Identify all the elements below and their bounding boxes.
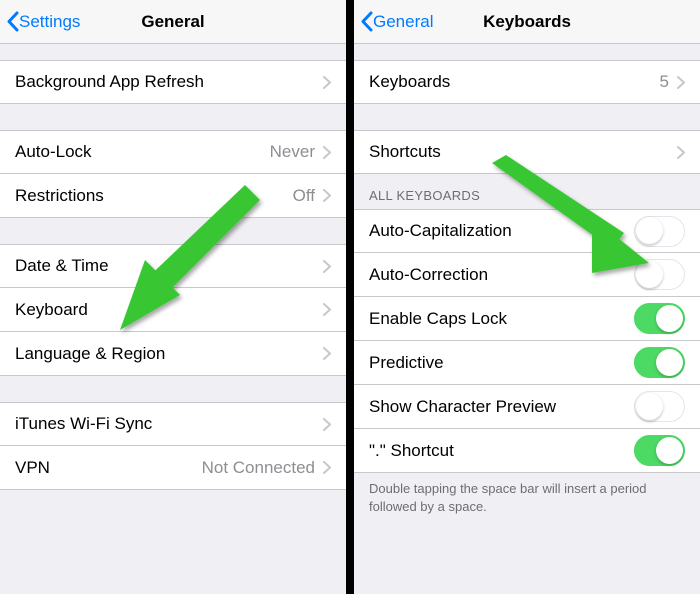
row-predictive[interactable]: Predictive	[354, 341, 700, 385]
row-keyboards[interactable]: Keyboards 5	[354, 60, 700, 104]
row-label: "." Shortcut	[369, 441, 634, 461]
settings-list: Keyboards 5 Shortcuts ALL KEYBOARDS Auto…	[354, 44, 700, 594]
toggle-dot-shortcut[interactable]	[634, 435, 685, 466]
toggle-predictive[interactable]	[634, 347, 685, 378]
row-label: Language & Region	[15, 344, 323, 364]
row-label: Keyboards	[369, 72, 660, 92]
row-vpn[interactable]: VPN Not Connected	[0, 446, 346, 490]
row-label: Keyboard	[15, 300, 323, 320]
back-button[interactable]: General	[354, 11, 433, 32]
row-label: Background App Refresh	[15, 72, 323, 92]
chevron-right-icon	[323, 347, 331, 360]
row-label: Date & Time	[15, 256, 323, 276]
row-value: 5	[660, 72, 669, 92]
row-label: Enable Caps Lock	[369, 309, 634, 329]
row-enable-caps-lock[interactable]: Enable Caps Lock	[354, 297, 700, 341]
back-label: General	[373, 12, 433, 32]
row-label: Auto-Lock	[15, 142, 270, 162]
row-background-app-refresh[interactable]: Background App Refresh	[0, 60, 346, 104]
row-label: VPN	[15, 458, 202, 478]
chevron-left-icon	[6, 11, 19, 32]
row-itunes-wifi-sync[interactable]: iTunes Wi-Fi Sync	[0, 402, 346, 446]
row-restrictions[interactable]: Restrictions Off	[0, 174, 346, 218]
settings-list: Background App Refresh Auto-Lock Never R…	[0, 44, 346, 594]
chevron-right-icon	[323, 76, 331, 89]
chevron-left-icon	[360, 11, 373, 32]
back-label: Settings	[19, 12, 80, 32]
row-show-character-preview[interactable]: Show Character Preview	[354, 385, 700, 429]
toggle-show-character-preview[interactable]	[634, 391, 685, 422]
row-value: Never	[270, 142, 315, 162]
chevron-right-icon	[323, 303, 331, 316]
row-dot-shortcut[interactable]: "." Shortcut	[354, 429, 700, 473]
toggle-auto-capitalization[interactable]	[634, 216, 685, 247]
toggle-auto-correction[interactable]	[634, 259, 685, 290]
general-settings-panel: Settings General Background App Refresh …	[0, 0, 350, 594]
chevron-right-icon	[323, 260, 331, 273]
toggle-enable-caps-lock[interactable]	[634, 303, 685, 334]
row-label: Show Character Preview	[369, 397, 634, 417]
chevron-right-icon	[677, 76, 685, 89]
chevron-right-icon	[323, 146, 331, 159]
row-label: Shortcuts	[369, 142, 677, 162]
row-language-region[interactable]: Language & Region	[0, 332, 346, 376]
keyboards-settings-panel: General Keyboards Keyboards 5 Shortcuts …	[350, 0, 700, 594]
row-shortcuts[interactable]: Shortcuts	[354, 130, 700, 174]
row-keyboard[interactable]: Keyboard	[0, 288, 346, 332]
row-label: Restrictions	[15, 186, 293, 206]
chevron-right-icon	[323, 461, 331, 474]
row-label: iTunes Wi-Fi Sync	[15, 414, 323, 434]
nav-header: Settings General	[0, 0, 346, 44]
row-auto-lock[interactable]: Auto-Lock Never	[0, 130, 346, 174]
row-auto-correction[interactable]: Auto-Correction	[354, 253, 700, 297]
chevron-right-icon	[323, 189, 331, 202]
row-value: Not Connected	[202, 458, 315, 478]
section-header: ALL KEYBOARDS	[354, 174, 700, 209]
row-label: Auto-Correction	[369, 265, 634, 285]
row-auto-capitalization[interactable]: Auto-Capitalization	[354, 209, 700, 253]
nav-header: General Keyboards	[354, 0, 700, 44]
back-button[interactable]: Settings	[0, 11, 80, 32]
row-value: Off	[293, 186, 315, 206]
row-label: Predictive	[369, 353, 634, 373]
row-label: Auto-Capitalization	[369, 221, 634, 241]
section-footer: Double tapping the space bar will insert…	[354, 473, 700, 522]
chevron-right-icon	[677, 146, 685, 159]
chevron-right-icon	[323, 418, 331, 431]
row-date-time[interactable]: Date & Time	[0, 244, 346, 288]
